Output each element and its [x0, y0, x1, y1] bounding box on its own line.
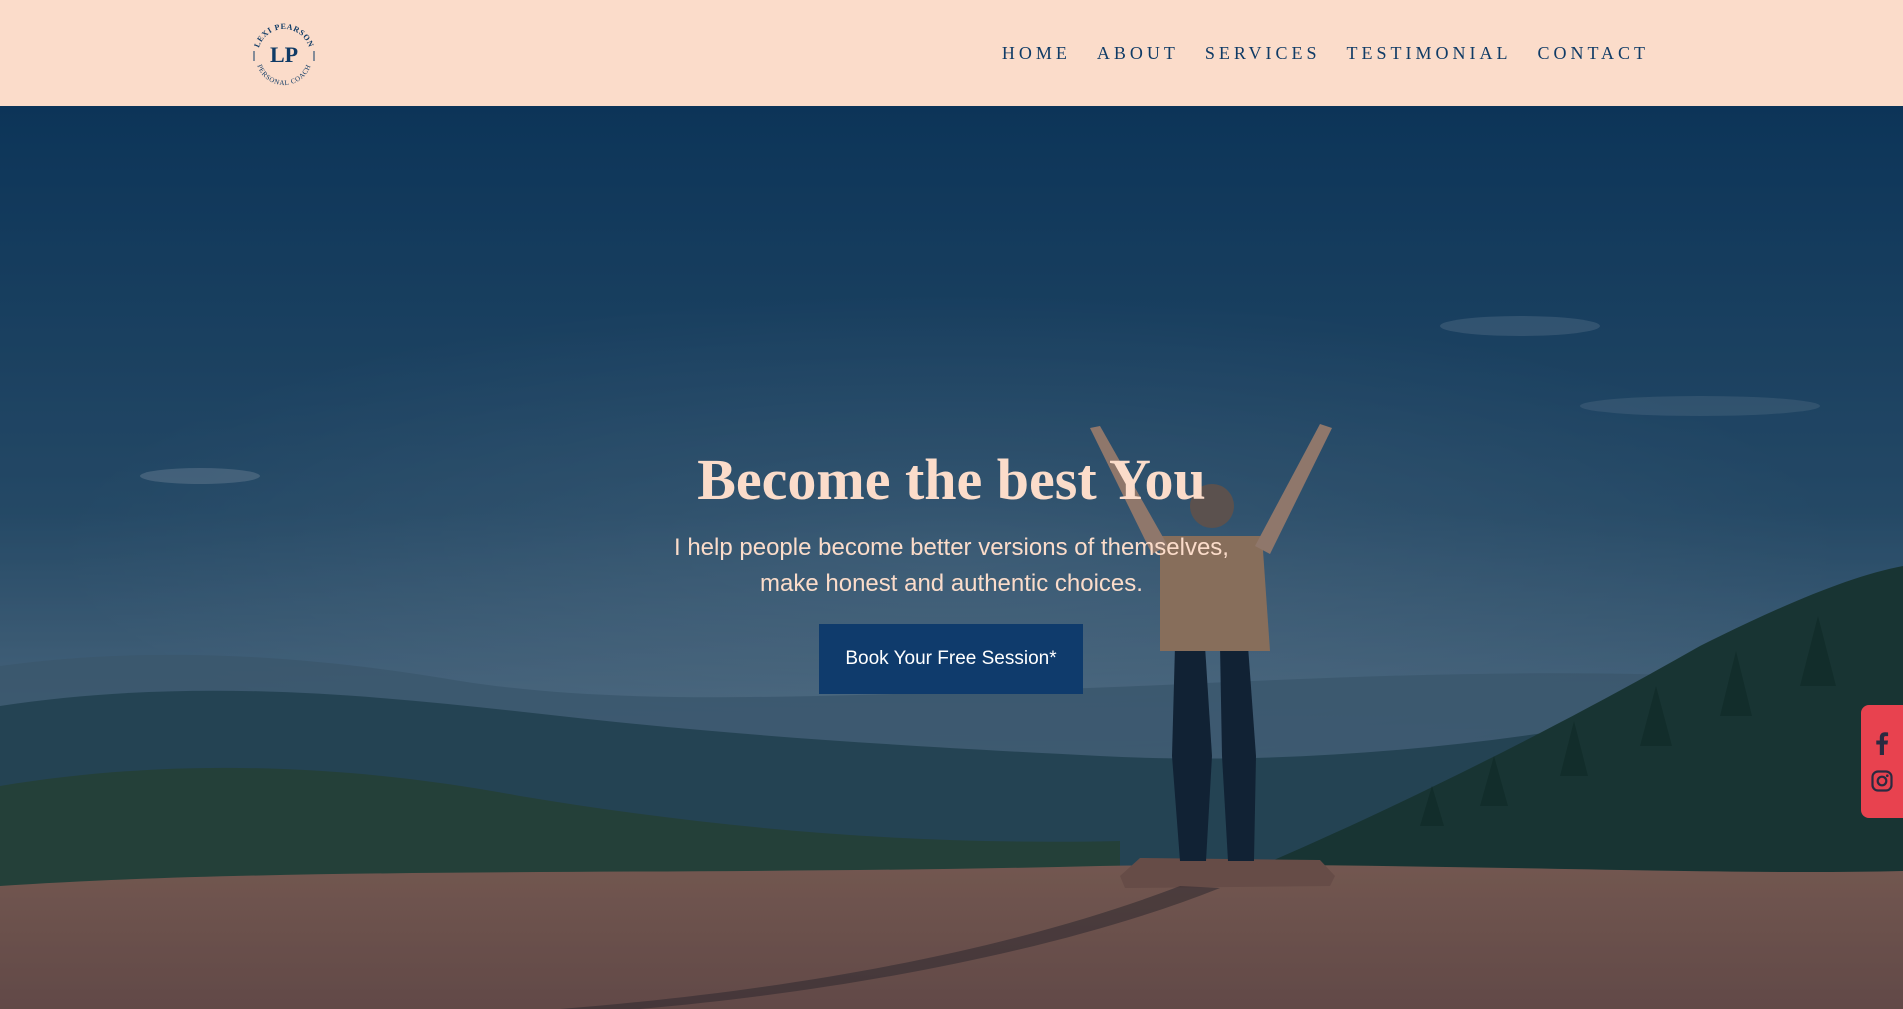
nav-contact[interactable]: CONTACT — [1537, 43, 1649, 64]
book-free-session-button[interactable]: Book Your Free Session* — [819, 624, 1083, 694]
nav-home[interactable]: HOME — [1002, 43, 1071, 64]
facebook-icon[interactable] — [1870, 731, 1894, 755]
social-sidebar — [1861, 705, 1903, 818]
nav-about[interactable]: ABOUT — [1097, 43, 1179, 64]
hero-section: Become the best You I help people become… — [0, 106, 1903, 1009]
hero-subtitle: I help people become better versions of … — [0, 530, 1903, 602]
logo-badge: LEXI PEARSON PERSONAL COACH LP — [252, 22, 315, 87]
hero-subtitle-line-2: make honest and authentic choices. — [760, 570, 1143, 597]
hero-subtitle-line-1: I help people become better versions of … — [674, 534, 1229, 561]
main-nav: HOME ABOUT SERVICES TESTIMONIAL CONTACT — [976, 0, 1649, 106]
logo[interactable]: LEXI PEARSON PERSONAL COACH LP — [248, 17, 320, 89]
nav-services[interactable]: SERVICES — [1205, 43, 1321, 64]
instagram-icon[interactable] — [1870, 769, 1894, 793]
hero-title: Become the best You — [697, 447, 1206, 512]
nav-testimonial[interactable]: TESTIMONIAL — [1346, 43, 1511, 64]
site-header: LEXI PEARSON PERSONAL COACH LP HOME ABOU… — [0, 0, 1903, 106]
logo-initials: LP — [270, 42, 298, 67]
